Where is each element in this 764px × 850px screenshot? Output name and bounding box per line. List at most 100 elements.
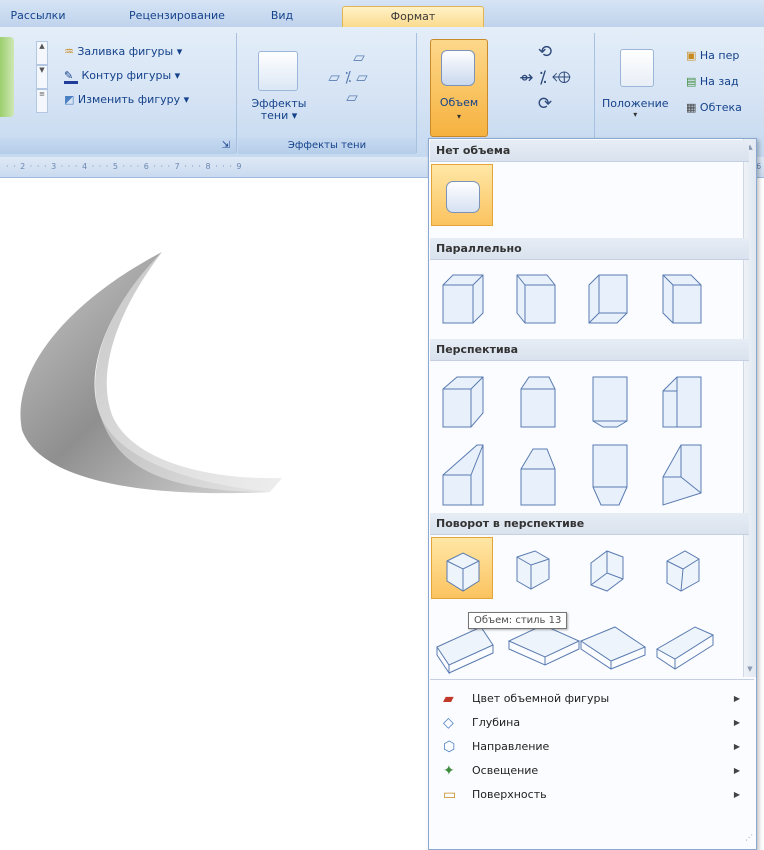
volume-3d-button[interactable]: Объем ▾: [430, 39, 488, 137]
position-label: Положение: [602, 97, 669, 110]
gallery-item-perspective-5[interactable]: [442, 444, 484, 506]
gallery-up-icon[interactable]: ▲: [36, 41, 48, 65]
position-icon[interactable]: [620, 49, 654, 87]
tilt-down-icon[interactable]: ⟳: [500, 91, 590, 117]
group-separator: [236, 33, 237, 153]
shadow-nudge-controls[interactable]: ▱ ▱ ⁒ ▱ ▱: [318, 47, 378, 127]
gallery-item-rotation-3[interactable]: [590, 550, 624, 592]
change-shape-icon: ◩: [64, 93, 75, 106]
gallery-item-parallel-2[interactable]: [516, 274, 556, 324]
depth-icon: ◇: [443, 715, 454, 731]
gallery-item-parallel-3[interactable]: [588, 274, 628, 324]
bring-front-icon: ▣: [686, 49, 697, 62]
nudge-shadow-down-icon[interactable]: ▱: [318, 87, 378, 107]
bring-front-button[interactable]: ▣ На пер: [686, 49, 739, 62]
gallery-item-rotation-7[interactable]: [579, 626, 647, 670]
gallery-item-perspective-8[interactable]: [662, 444, 702, 506]
color-3d-icon: ▰: [443, 691, 454, 707]
menu-item-depth-label: Глубина: [472, 716, 521, 729]
volume-3d-label: Объем: [439, 96, 479, 109]
gallery-item-parallel-1[interactable]: [442, 274, 484, 324]
parallel-items: [442, 274, 702, 324]
section-perspective: Перспектива: [430, 339, 749, 361]
submenu-arrow-icon: ▶: [733, 790, 740, 799]
gallery-item-rotation-4[interactable]: [666, 550, 700, 592]
change-shape-button[interactable]: ◩ Изменить фигуру ▾: [64, 93, 189, 106]
shape-fill-label: Заливка фигуры: [77, 45, 174, 58]
shape-style-gallery-edge[interactable]: [0, 37, 14, 117]
menu-item-direction[interactable]: ⬡ Направление ▶: [430, 735, 754, 759]
position-button[interactable]: Положение ▾: [602, 97, 669, 119]
shape-outline-label: Контур фигуры: [81, 69, 172, 82]
shape-styles-group-label: ⇲: [0, 138, 236, 154]
nudge-shadow-left-right-icon[interactable]: ▱ ⁒ ▱: [318, 67, 378, 87]
shadow-effects-button[interactable]: Эффекты тени ▾: [246, 98, 312, 122]
surface-icon: ▭: [443, 787, 457, 803]
gallery-down-icon[interactable]: ▼: [36, 65, 48, 89]
group-separator: [416, 33, 417, 153]
gallery-item-perspective-2[interactable]: [520, 376, 556, 428]
gallery-scroll-controls[interactable]: ▲ ▼ ≡: [36, 41, 48, 113]
chevron-down-icon: ▾: [456, 112, 461, 121]
gallery-item-perspective-7[interactable]: [592, 444, 628, 506]
tab-format[interactable]: Формат: [342, 6, 484, 28]
gallery-item-perspective-3[interactable]: [592, 376, 628, 428]
gallery-item-rotation-1[interactable]: [446, 552, 480, 592]
text-wrap-label: Обтека: [699, 101, 742, 114]
gallery-item-no-volume[interactable]: [431, 164, 493, 226]
gallery-item-rotation-8[interactable]: [655, 626, 715, 670]
resize-grip-icon[interactable]: ⋰: [745, 833, 753, 842]
menu-divider: [430, 679, 754, 680]
gallery-more-icon[interactable]: ≡: [36, 89, 48, 113]
nudge-shadow-up-icon[interactable]: ▱: [318, 47, 378, 67]
menu-item-3d-color-label: Цвет объемной фигуры: [472, 692, 610, 705]
ribbon-tab-bar: Рассылки Рецензирование Вид Формат: [0, 0, 764, 28]
volume-3d-icon: [441, 50, 475, 86]
tilt-left-right-icon[interactable]: ⇴ ⁒ ⬲: [500, 65, 590, 91]
submenu-arrow-icon: ▶: [733, 766, 740, 775]
text-wrap-button[interactable]: ▦ Обтека: [686, 101, 742, 114]
paint-bucket-icon: ♒: [64, 45, 74, 58]
chevron-down-icon: ▾: [633, 110, 638, 119]
group-separator: [594, 33, 595, 153]
menu-item-depth[interactable]: ◇ Глубина ▶: [430, 711, 754, 735]
menu-item-lighting[interactable]: ✦ Освещение ▶: [430, 759, 754, 783]
gallery-tooltip: Объем: стиль 13: [468, 612, 568, 629]
gallery-scrollbar[interactable]: ▲ ▼: [743, 139, 756, 677]
submenu-arrow-icon: ▶: [733, 694, 740, 703]
gallery-item-rotation-6[interactable]: [507, 624, 581, 666]
change-shape-label: Изменить фигуру: [77, 93, 181, 106]
crescent-shape[interactable]: [0, 230, 300, 520]
menu-item-surface-label: Поверхность: [472, 788, 547, 801]
tab-view[interactable]: Вид: [262, 6, 302, 27]
gallery-item-rotation-2[interactable]: [516, 550, 550, 590]
ruler-ticks: · · 2 · · · 3 · · · 4 · · · 5 · · · 6 · …: [6, 162, 243, 171]
lighting-icon: ✦: [443, 763, 455, 779]
section-no-volume: Нет объема: [430, 140, 749, 162]
section-parallel: Параллельно: [430, 238, 749, 260]
tab-mailings[interactable]: Рассылки: [6, 6, 70, 27]
menu-item-direction-label: Направление: [472, 740, 550, 753]
shape-fill-button[interactable]: ♒ Заливка фигуры ▾: [64, 45, 182, 58]
gallery-item-parallel-4[interactable]: [662, 274, 702, 324]
tilt-up-icon[interactable]: ⟲: [500, 39, 590, 65]
dialog-launcher-icon[interactable]: ⇲: [222, 140, 230, 151]
gallery-item-perspective-6[interactable]: [520, 448, 556, 506]
submenu-arrow-icon: ▶: [733, 718, 740, 727]
tab-review[interactable]: Рецензирование: [112, 6, 242, 27]
shadow-effects-group-label: Эффекты тени: [238, 138, 416, 154]
scroll-down-icon[interactable]: ▼: [744, 665, 756, 673]
shadow-effects-icon[interactable]: [258, 51, 298, 91]
direction-icon: ⬡: [443, 739, 456, 755]
gallery-item-perspective-4[interactable]: [662, 376, 702, 428]
menu-item-surface[interactable]: ▭ Поверхность ▶: [430, 783, 754, 807]
perspective-items: [442, 376, 702, 506]
text-wrap-icon: ▦: [686, 101, 697, 114]
tilt-controls[interactable]: ⟲ ⇴ ⁒ ⬲ ⟳: [500, 39, 590, 134]
gallery-item-rotation-5[interactable]: [436, 626, 494, 675]
send-back-button[interactable]: ▤ На зад: [686, 75, 739, 88]
menu-item-3d-color[interactable]: ▰ Цвет объемной фигуры ▶: [430, 687, 754, 711]
send-back-icon: ▤: [686, 75, 697, 88]
gallery-item-perspective-1[interactable]: [442, 376, 484, 428]
shape-outline-button[interactable]: ✎ Контур фигуры ▾: [64, 69, 180, 84]
